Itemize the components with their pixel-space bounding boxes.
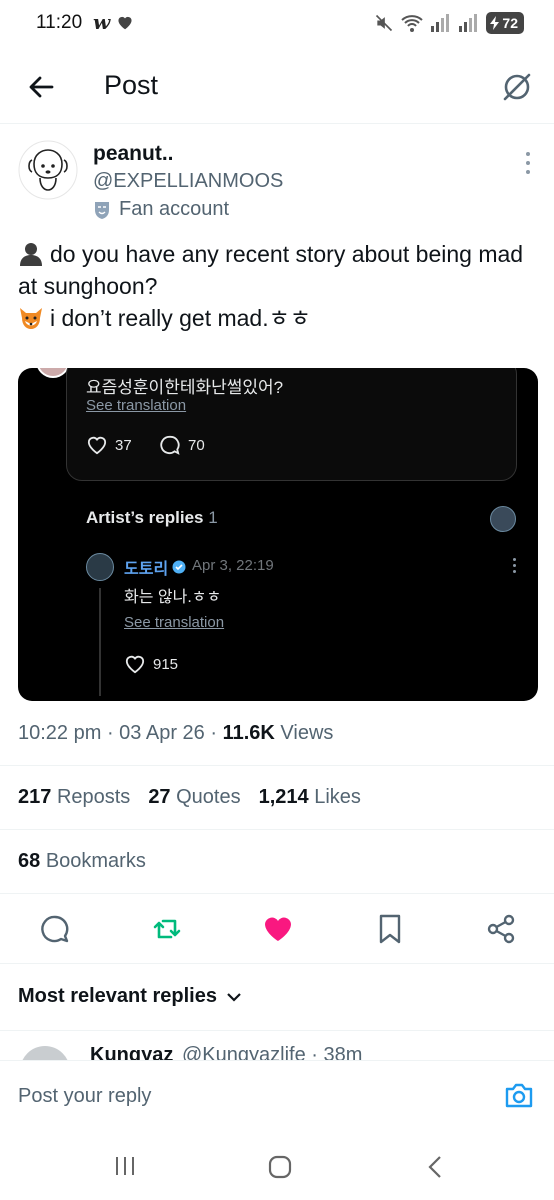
signal-icon-2 xyxy=(459,14,478,32)
question-text: 요즘성훈이한테화난썰있어? xyxy=(86,378,284,397)
heart-outline-icon xyxy=(125,655,145,674)
artist-replies-heading: Artist’s replies 1 xyxy=(86,508,218,527)
bookmark-icon[interactable] xyxy=(373,912,407,946)
thread-line xyxy=(99,588,101,696)
share-icon[interactable] xyxy=(484,912,518,946)
divider xyxy=(0,963,554,964)
like-filled-icon[interactable] xyxy=(261,912,295,946)
views-label: Views xyxy=(280,722,334,744)
action-bar xyxy=(38,912,518,946)
question-comments: 70 xyxy=(159,435,205,455)
person-silhouette-icon xyxy=(20,243,42,266)
reply-likes: 915 xyxy=(124,654,178,674)
reply-author: 도토리 xyxy=(124,555,186,579)
reply-see-translation: See translation xyxy=(124,614,225,631)
comment-icon xyxy=(160,435,180,455)
fan-account-label: Fan account xyxy=(119,198,230,220)
battery-badge: 72 xyxy=(486,12,524,34)
status-time: 11:20 xyxy=(36,12,83,33)
status-bar: 11:20 w 72 xyxy=(0,0,554,52)
post-body: do you have any recent story about being… xyxy=(18,238,538,334)
question-see-translation: See translation xyxy=(86,397,187,414)
heart-status-icon xyxy=(118,16,132,30)
wifi-icon xyxy=(401,15,424,32)
post-media-image[interactable]: 요즘성훈이한테화난썰있어? See translation 37 70 Arti… xyxy=(18,368,538,701)
charging-icon xyxy=(490,16,500,30)
post-line-2: i don’t really get mad.ㅎㅎ xyxy=(18,302,538,334)
mute-icon xyxy=(376,14,393,32)
question-likes: 37 xyxy=(86,435,132,455)
nav-back-icon[interactable] xyxy=(425,1154,445,1180)
author-handle[interactable]: @EXPELLIANMOOS xyxy=(93,170,283,193)
author-name[interactable]: peanut.. xyxy=(93,142,174,166)
fox-face-icon xyxy=(20,308,42,329)
post-line-1: do you have any recent story about being… xyxy=(18,241,524,299)
question-card: 요즘성훈이한테화난썰있어? See translation 37 70 xyxy=(66,368,517,481)
reply-more-icon xyxy=(512,558,516,576)
chevron-down-icon xyxy=(227,992,241,1002)
more-options-icon[interactable] xyxy=(524,152,532,178)
battery-level: 72 xyxy=(502,15,518,31)
reply-user-avatar xyxy=(20,1046,70,1060)
reply-icon[interactable] xyxy=(38,912,72,946)
post-stats: 217 Reposts 27 Quotes 1,214 Likes xyxy=(18,786,361,809)
views-count: 11.6K xyxy=(222,722,275,744)
post-date: 03 Apr 26 xyxy=(119,722,205,744)
divider xyxy=(0,765,554,766)
reposts-stat[interactable]: 217 Reposts xyxy=(18,786,130,809)
reply-input-placeholder[interactable]: Post your reply xyxy=(18,1085,151,1108)
author-avatar[interactable] xyxy=(18,140,78,200)
artist-avatar xyxy=(490,506,516,532)
camera-icon[interactable] xyxy=(504,1081,534,1109)
mask-icon xyxy=(95,201,109,219)
heart-outline-icon xyxy=(87,436,107,455)
grok-icon[interactable] xyxy=(500,70,534,104)
verified-badge-icon xyxy=(172,560,186,574)
reply-item[interactable]: Kungyaz @Kungyazlife · 38m xyxy=(0,1030,554,1060)
recents-icon[interactable] xyxy=(113,1154,137,1178)
likes-stat[interactable]: 1,214 Likes xyxy=(259,786,361,809)
back-arrow-icon[interactable] xyxy=(24,70,58,104)
page-title: Post xyxy=(104,70,159,100)
reply-text: 화는 않나.ㅎㅎ xyxy=(124,589,222,606)
question-avatar xyxy=(36,368,70,378)
divider xyxy=(0,893,554,894)
reply-avatar xyxy=(86,553,114,581)
signal-icon xyxy=(431,14,450,32)
home-icon[interactable] xyxy=(267,1154,293,1180)
post-time: 10:22 pm xyxy=(18,722,102,744)
post-header: Post xyxy=(0,52,554,124)
system-nav-bar xyxy=(0,1132,554,1200)
app-glyph: w xyxy=(93,10,111,34)
post-meta: 10:22 pm · 03 Apr 26 · 11.6K Views xyxy=(18,722,334,744)
quotes-stat[interactable]: 27 Quotes xyxy=(148,786,240,809)
bookmarks-stat[interactable]: 68 Bookmarks xyxy=(18,850,146,873)
reply-composer[interactable]: Post your reply xyxy=(0,1060,554,1132)
reply-user-handle: @Kungyazlife · 38m xyxy=(182,1044,363,1060)
repost-icon[interactable] xyxy=(150,912,184,946)
reply-date: Apr 3, 22:19 xyxy=(192,557,274,574)
reply-user-name: Kungyaz xyxy=(90,1044,174,1060)
fan-account-badge: Fan account xyxy=(93,198,229,221)
replies-sort-dropdown[interactable]: Most relevant replies xyxy=(18,985,241,1008)
divider xyxy=(0,829,554,830)
